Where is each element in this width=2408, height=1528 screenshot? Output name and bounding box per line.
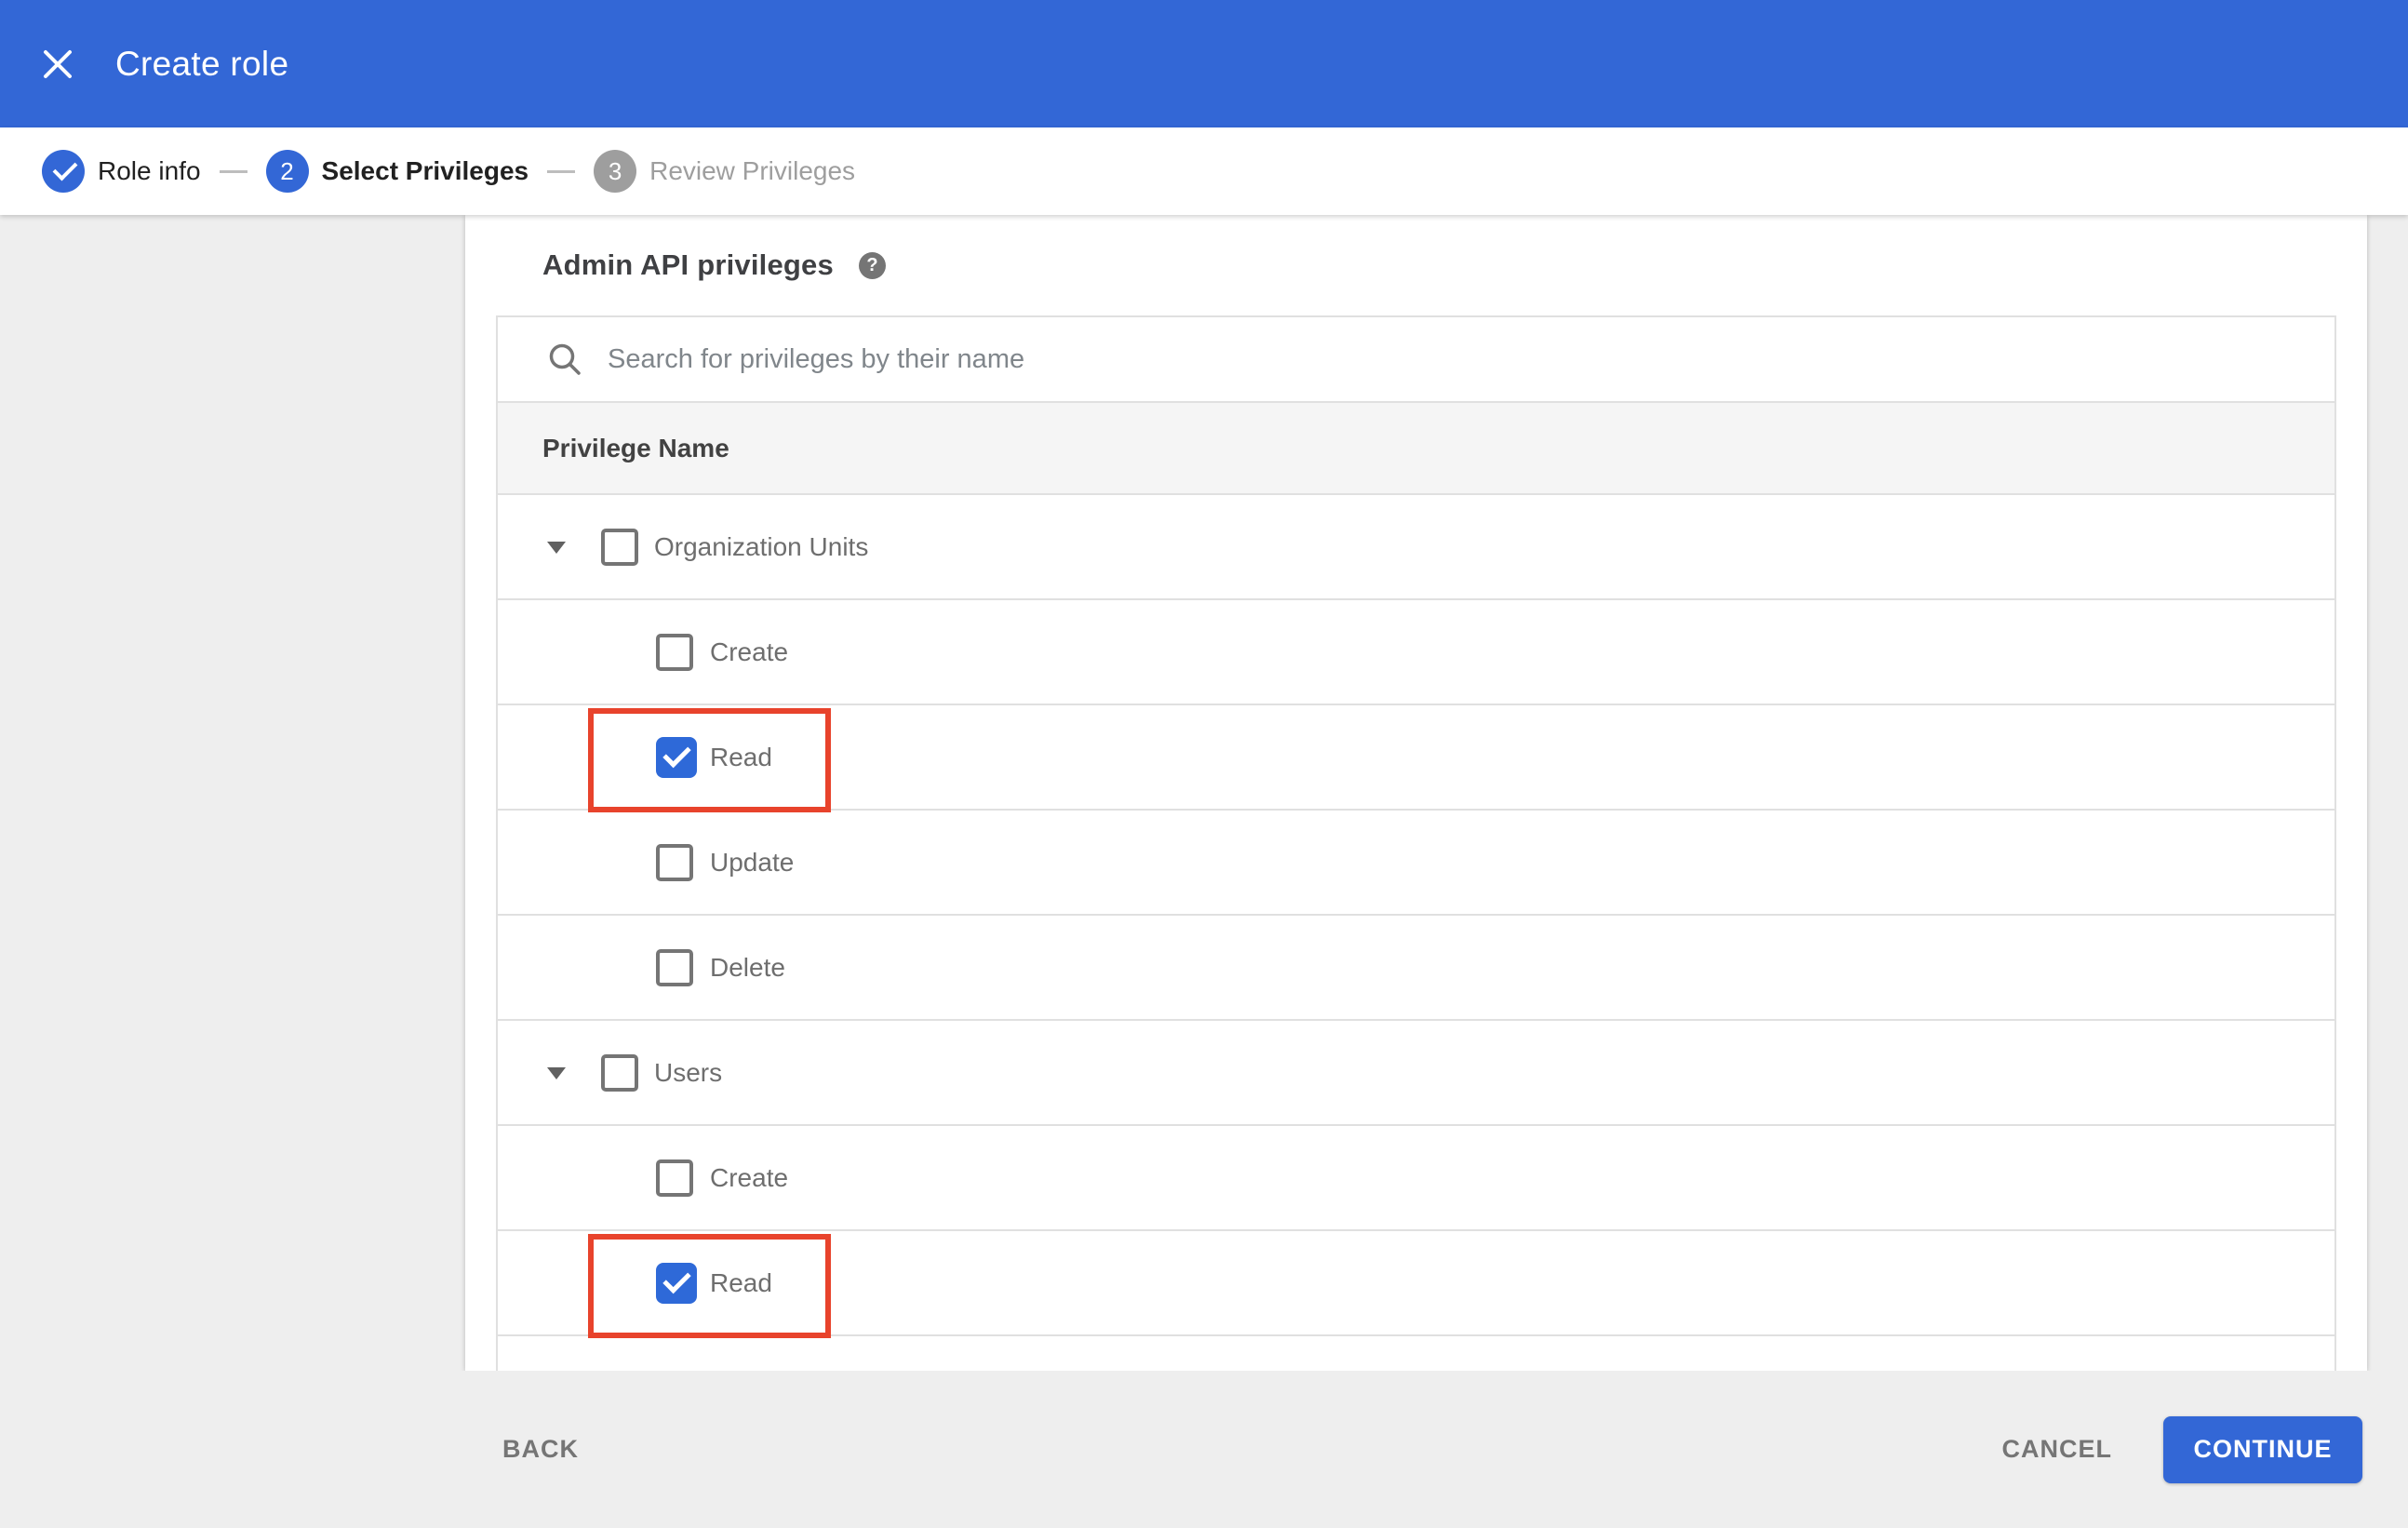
- section-title-row: Admin API privileges ?: [465, 215, 2367, 315]
- privilege-checkbox[interactable]: [656, 736, 697, 778]
- dialog-title: Create role: [115, 44, 289, 83]
- privilege-row-read[interactable]: Read: [498, 705, 2334, 812]
- privilege-rows: Organization Units Create Read Update De: [498, 495, 2334, 1371]
- privilege-row-update[interactable]: Update: [498, 811, 2334, 916]
- footer-bar: BACK CANCEL CONTINUE: [0, 1371, 2408, 1528]
- search-icon: [549, 343, 581, 375]
- privilege-checkbox[interactable]: [601, 1053, 638, 1092]
- step-connector: [547, 169, 576, 173]
- privilege-checkbox[interactable]: [656, 633, 693, 671]
- privilege-row-users[interactable]: Users: [498, 1021, 2334, 1126]
- privilege-label: Create: [710, 637, 789, 666]
- step-circle: [42, 150, 85, 193]
- main-area: Admin API privileges ? Privilege Name: [0, 215, 2408, 1371]
- privilege-checkbox[interactable]: [656, 843, 693, 881]
- privilege-label: Read: [710, 1267, 772, 1297]
- privilege-row-read[interactable]: Read: [498, 1231, 2334, 1338]
- search-input[interactable]: [608, 343, 2003, 375]
- stepper-step-review-privileges[interactable]: 3 Review Privileges: [594, 150, 855, 193]
- privilege-row-partial: [498, 1336, 2334, 1371]
- privilege-label: Delete: [710, 952, 785, 982]
- collapse-triangle-icon[interactable]: [547, 542, 566, 554]
- table-header-label: Privilege Name: [542, 433, 729, 462]
- app-bar: Create role: [0, 0, 2408, 127]
- help-icon[interactable]: ?: [858, 251, 886, 279]
- table-header: Privilege Name: [498, 403, 2334, 495]
- step-connector: [219, 169, 247, 173]
- privilege-row-delete[interactable]: Delete: [498, 916, 2334, 1021]
- step-circle: 2: [265, 150, 309, 193]
- step-number: 2: [280, 156, 294, 185]
- privilege-checkbox[interactable]: [656, 1159, 693, 1197]
- privilege-label: Update: [710, 847, 795, 877]
- create-role-dialog: Create role Role info 2 Select Privilege…: [0, 0, 2408, 1528]
- stepper: Role info 2 Select Privileges 3 Review P…: [0, 127, 2408, 215]
- stepper-step-select-privileges[interactable]: 2 Select Privileges: [265, 150, 529, 193]
- stepper-step-role-info[interactable]: Role info: [42, 150, 201, 193]
- step-label: Review Privileges: [649, 156, 856, 185]
- step-number: 3: [608, 156, 622, 185]
- collapse-triangle-icon[interactable]: [547, 1067, 566, 1079]
- close-icon[interactable]: [43, 49, 73, 79]
- step-circle: 3: [594, 150, 637, 193]
- privilege-checkbox[interactable]: [656, 948, 693, 986]
- step-label: Select Privileges: [321, 156, 529, 185]
- privilege-label: Users: [654, 1057, 723, 1087]
- privilege-label: Create: [710, 1162, 789, 1192]
- privilege-label: Read: [710, 742, 772, 771]
- back-button[interactable]: BACK: [502, 1435, 579, 1464]
- continue-button[interactable]: CONTINUE: [2163, 1415, 2362, 1483]
- search-row: [498, 317, 2334, 403]
- cancel-button[interactable]: CANCEL: [2002, 1435, 2113, 1464]
- step-label: Role info: [98, 156, 201, 185]
- privilege-row-organization-units[interactable]: Organization Units: [498, 495, 2334, 600]
- privilege-row-create[interactable]: Create: [498, 1126, 2334, 1231]
- privilege-checkbox[interactable]: [601, 528, 638, 566]
- privileges-table: Privilege Name Organization Units Create…: [496, 315, 2336, 1371]
- section-title: Admin API privileges: [542, 248, 834, 281]
- privilege-row-create[interactable]: Create: [498, 600, 2334, 705]
- privilege-checkbox[interactable]: [656, 1262, 697, 1304]
- privileges-panel: Admin API privileges ? Privilege Name: [465, 215, 2367, 1371]
- privilege-label: Organization Units: [654, 531, 869, 561]
